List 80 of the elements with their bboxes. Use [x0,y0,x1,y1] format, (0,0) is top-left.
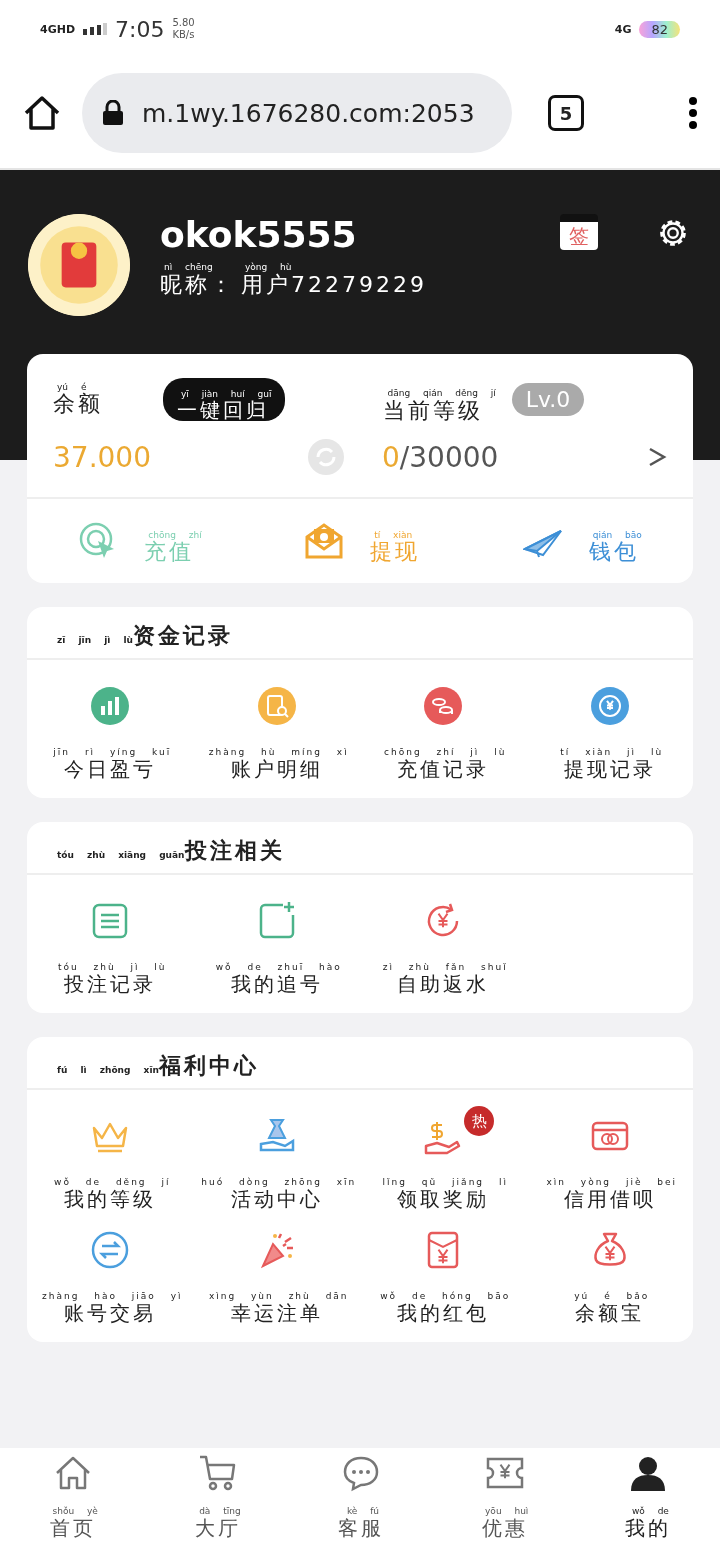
section-title: 投注相关 [184,839,285,864]
menu-item-label[interactable]: 今日盈亏 [64,758,157,781]
menu-item-label[interactable]: 活动中心 [230,1188,323,1211]
network-speed: 5.80 KB/s [172,17,195,41]
pinyin-annotation: yú é bǎo [573,1292,650,1303]
pinyin-annotation: lǐng qǔ jiǎng lì [381,1178,508,1189]
username: okok5555 [160,214,358,255]
sign-in-button[interactable]: 签 [560,214,598,250]
pinyin-annotation: qián bāo [591,530,642,541]
pinyin-annotation: zī jīn jì lù [56,636,133,646]
nickname-label: 昵称： [160,272,235,298]
pinyin-annotation: zhàng hù míng xì [207,748,349,759]
menu-item-label[interactable]: 余额宝 [575,1302,645,1325]
nav-tab[interactable]: yōu huì 优惠 [481,1453,529,1539]
points-target: /30000 [399,440,499,474]
menu-item-label[interactable]: 幸运注单 [230,1302,323,1325]
pinyin-annotation: tóu zhù xiāng guān [56,851,185,861]
bar-chart-icon[interactable] [90,686,131,727]
pinyin-annotation: wǒ de zhuī hào [214,963,342,974]
clock: 7:05 [115,16,165,42]
pinyin-annotation: zì zhù fǎn shuǐ [381,963,508,974]
pinyin-annotation: fú lì zhōng xīn [56,1066,159,1076]
pinyin-annotation: chōng zhí jì lù [383,748,507,759]
pinyin-annotation: tí xiàn jì lù [559,748,664,759]
menu-item-label[interactable]: 信用借呗 [563,1188,656,1211]
pinyin-annotation: wǒ de hóng bāo [379,1292,511,1303]
menu-item-label[interactable]: 账号交易 [64,1302,157,1325]
pinyin-annotation: nì chēng [163,263,213,273]
nav-tab[interactable]: wǒ de 我的 [625,1453,672,1539]
pinyin-annotation: yòng hù [244,263,292,273]
menu-item-label[interactable]: 投注记录 [64,973,157,996]
document-search-icon[interactable] [256,686,297,727]
action-label[interactable]: 钱包 [588,540,639,565]
menu-item-label[interactable]: 我的红包 [397,1302,490,1325]
network-indicator: 4G [614,23,632,35]
coins-icon[interactable] [423,686,464,727]
current-points: 0 [382,440,400,474]
level-badge: Lv.0 [511,383,585,417]
pinyin-annotation: chōng zhí [147,530,202,541]
menu-item-label[interactable]: 提现记录 [563,758,656,781]
network-indicator: 4GHD [40,23,76,35]
pinyin-annotation: yú é [56,382,87,392]
nav-tab[interactable]: dà tīng 大厅 [194,1453,241,1539]
menu-item-label[interactable]: 账户明细 [230,758,323,781]
pinyin-annotation: xìng yùn zhù dān [207,1292,349,1303]
menu-item-label[interactable]: 我的等级 [64,1188,157,1211]
avatar[interactable] [28,214,130,316]
pinyin-annotation: dāng qián děng jí [386,389,496,399]
menu-item-label[interactable]: 自助返水 [397,973,490,996]
pinyin-annotation: tóu zhù jì lù [56,963,167,974]
envelope-cash-icon[interactable] [304,521,345,562]
swap-arrows-icon[interactable] [90,1230,131,1271]
more-menu-icon[interactable] [688,96,698,130]
menu-item-label[interactable]: 领取奖励 [397,1188,490,1211]
battery-level: 82 [639,20,680,38]
pinyin-annotation: jīn rì yíng kuī [52,748,172,759]
home-icon[interactable] [22,93,62,133]
pinyin-annotation: huó dòng zhōng xīn [200,1178,357,1189]
pinyin-annotation: wǒ de děng jí [53,1178,171,1189]
pinyin-annotation: tí xiàn [373,530,413,541]
recall-button[interactable]: yī jiàn huí guī 一键回归 [163,377,286,422]
balance-label: 余额 [53,392,103,417]
menu-item-label[interactable]: 充值记录 [397,758,490,781]
section-title: 资金记录 [132,624,233,649]
pinyin-annotation: xìn yòng jiè bei [545,1178,678,1189]
hot-badge: 热 [464,1106,495,1137]
nickname: 用户72279229 [241,272,427,298]
nav-tab[interactable]: kè fú 客服 [338,1453,384,1539]
pinyin-annotation: zhàng hào jiāo yì [41,1292,183,1303]
section-title: 福利中心 [158,1054,259,1079]
nav-tab[interactable]: shǒu yè 首页 [48,1453,98,1539]
address-bar[interactable]: m.1wy.1676280.com:2053 [82,73,512,153]
signal-icon [83,23,108,35]
balance-amount: 37.000 [53,440,152,474]
chevron-right-icon[interactable] [647,446,667,469]
lock-icon [102,100,124,126]
menu-item-label[interactable]: 我的追号 [230,973,323,996]
level-label: 当前等级 [383,398,484,424]
tab-count-button[interactable]: 5 [548,95,584,131]
yen-cycle-icon[interactable] [589,686,630,727]
